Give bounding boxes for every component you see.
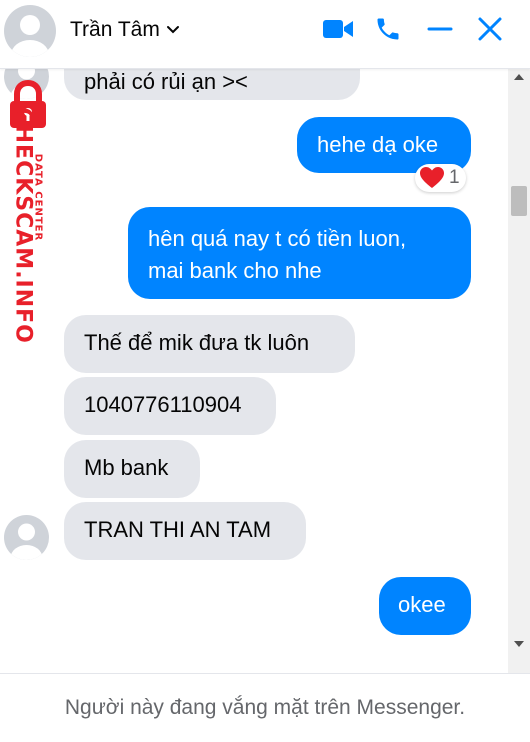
- message-text: 1040776110904: [84, 392, 242, 417]
- scroll-down-button[interactable]: [508, 635, 530, 653]
- message-incoming[interactable]: TRAN THI AN TAM: [64, 502, 306, 560]
- message-reaction[interactable]: 1: [415, 164, 466, 192]
- contact-name: Trần Tâm: [70, 18, 160, 41]
- chevron-down-icon: [166, 22, 180, 40]
- contact-avatar-small[interactable]: [4, 515, 49, 560]
- message-text: phải có rủi ạn ><: [84, 69, 248, 94]
- video-call-icon: [322, 17, 354, 46]
- message-text: hên quá nay t có tiền luon, mai bank cho…: [148, 226, 407, 283]
- scroll-up-button[interactable]: [508, 68, 530, 86]
- watermark-tagline: DATA CENTER: [32, 153, 44, 242]
- scroll-thumb[interactable]: [511, 186, 527, 216]
- video-call-button[interactable]: [321, 14, 355, 48]
- close-button[interactable]: [473, 14, 507, 48]
- checkscam-watermark: CHECKSCAM.INFO DATA CENTER: [0, 79, 60, 344]
- message-incoming[interactable]: phải có rủi ạn ><: [64, 68, 360, 100]
- message-outgoing[interactable]: hên quá nay t có tiền luon, mai bank cho…: [128, 207, 471, 299]
- away-status-text: Người này đang vắng mặt trên Messenger.: [64, 696, 466, 719]
- contact-name-button[interactable]: Trần Tâm: [70, 18, 180, 42]
- close-icon: [477, 16, 503, 47]
- message-scrollbar[interactable]: [508, 68, 530, 673]
- message-text: okee: [398, 592, 446, 617]
- message-list[interactable]: phải có rủi ạn >< hehe dạ oke 1 hên quá …: [0, 68, 508, 673]
- chat-header: Trần Tâm: [0, 0, 530, 69]
- minimize-icon: [427, 16, 453, 47]
- voice-call-button[interactable]: [371, 14, 405, 48]
- message-incoming[interactable]: Thế để mik đưa tk luôn: [64, 315, 355, 373]
- heart-icon: [420, 167, 444, 188]
- reaction-count: 1: [449, 167, 460, 188]
- chat-footer: Người này đang vắng mặt trên Messenger.: [0, 673, 530, 742]
- triangle-up-icon: [514, 74, 524, 80]
- message-incoming[interactable]: Mb bank: [64, 440, 200, 498]
- minimize-button[interactable]: [423, 14, 457, 48]
- phone-call-icon: [374, 15, 402, 48]
- message-text: Mb bank: [84, 455, 169, 480]
- message-outgoing[interactable]: okee: [379, 577, 471, 635]
- message-text: TRAN THI AN TAM: [84, 517, 272, 542]
- message-text: Thế để mik đưa tk luôn: [84, 330, 310, 355]
- contact-avatar[interactable]: [4, 5, 56, 57]
- message-text: hehe dạ oke: [317, 132, 439, 157]
- message-incoming[interactable]: 1040776110904: [64, 377, 276, 435]
- triangle-down-icon: [514, 641, 524, 647]
